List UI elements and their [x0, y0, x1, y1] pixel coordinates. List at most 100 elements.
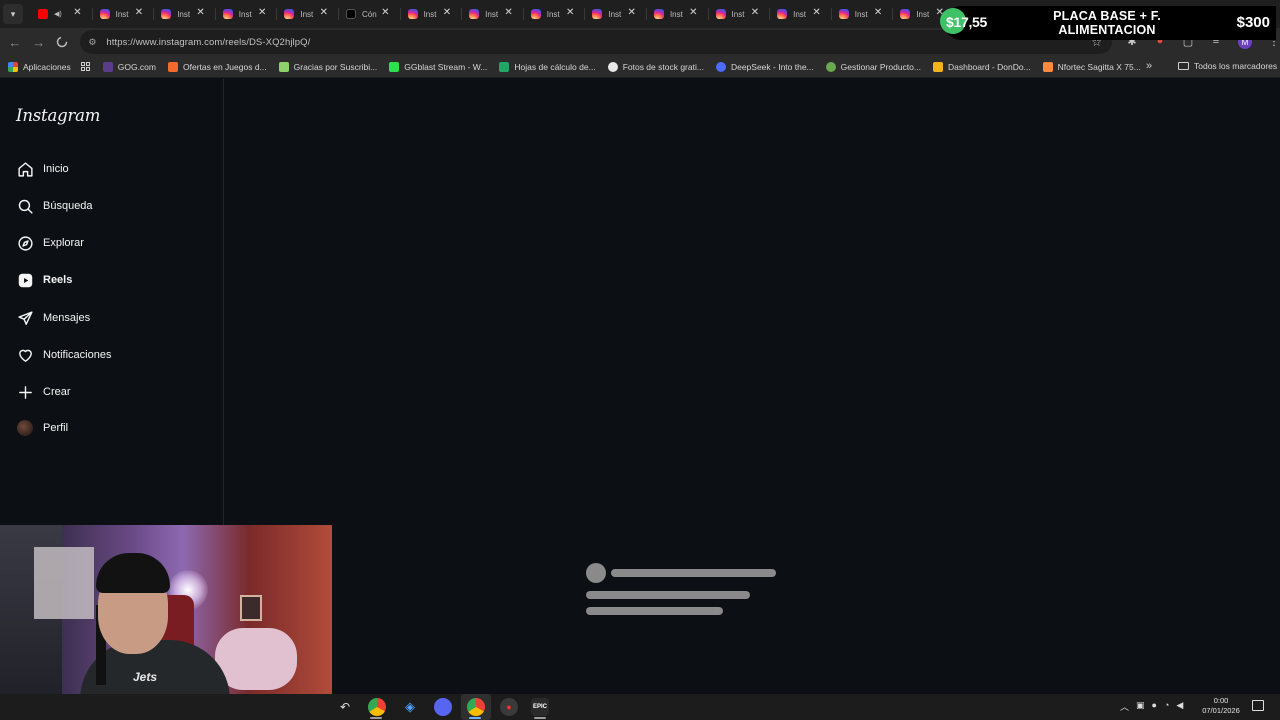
all-bookmarks-folder[interactable]: Todos los marcadores: [1178, 61, 1277, 71]
youtube-icon: [38, 9, 48, 19]
stop-loading-button[interactable]: [51, 30, 75, 54]
nav-item-mensajes[interactable]: Mensajes: [16, 306, 90, 330]
bookmark-item[interactable]: Hojas de cálculo de...: [499, 61, 596, 72]
close-icon[interactable]: ✕: [258, 7, 266, 18]
close-icon[interactable]: ✕: [751, 7, 759, 18]
reels-icon: [16, 271, 34, 289]
close-icon[interactable]: ✕: [320, 7, 328, 18]
nav-item-busqueda[interactable]: Búsqueda: [16, 194, 93, 218]
streamer-beanie: [96, 553, 170, 593]
url-text[interactable]: https://www.instagram.com/reels/DS-XQ2hj…: [106, 37, 310, 48]
close-icon[interactable]: ✕: [566, 7, 574, 18]
bookmark-label: Fotos de stock grati...: [622, 61, 704, 72]
bookmark-label: Dashboard - DonDo...: [947, 61, 1031, 72]
browser-tab[interactable]: Inst✕: [645, 0, 708, 28]
bookmark-item[interactable]: DeepSeek - Into the...: [715, 61, 814, 72]
taskbar-clock[interactable]: 0:00 07/01/2026: [1200, 696, 1242, 716]
discord-icon[interactable]: [434, 698, 452, 716]
bookmark-favicon: [825, 61, 836, 72]
loading-skeleton-line: [611, 569, 776, 577]
chevron-right-double-icon[interactable]: »: [1146, 60, 1152, 72]
speaker-icon[interactable]: ◀): [54, 10, 62, 18]
forward-button[interactable]: →: [27, 30, 51, 54]
bookmark-item[interactable]: Ofertas en Juegos d...: [168, 61, 267, 72]
nav-item-reels[interactable]: Reels: [16, 268, 72, 292]
close-icon[interactable]: ✕: [381, 7, 389, 18]
volume-icon[interactable]: ◀: [1176, 700, 1183, 713]
browser-tab[interactable]: Inst✕: [214, 0, 277, 28]
close-icon[interactable]: ✕: [689, 7, 697, 18]
bookmark-label: GGblast Stream - W...: [404, 61, 488, 72]
back-arrow-icon[interactable]: ↶: [336, 698, 354, 716]
arrow-right-icon: →: [32, 34, 46, 50]
app-icon[interactable]: ◈: [401, 698, 419, 716]
wifi-icon[interactable]: ◔: [1164, 700, 1169, 713]
close-icon[interactable]: ✕: [135, 7, 143, 18]
notification-icon[interactable]: [1252, 700, 1264, 711]
close-icon[interactable]: ✕: [628, 7, 636, 18]
chrome-profile-icon[interactable]: [467, 698, 485, 716]
loading-skeleton-avatar: [586, 563, 606, 583]
clock-date: 07/01/2026: [1202, 706, 1240, 715]
chrome-icon[interactable]: [368, 698, 386, 716]
close-icon[interactable]: ✕: [504, 7, 512, 18]
browser-tab[interactable]: Inst✕: [153, 0, 215, 28]
back-button[interactable]: ←: [3, 30, 27, 54]
bookmark-item[interactable]: Dashboard - DonDo...: [932, 61, 1031, 72]
close-icon[interactable]: ✕: [443, 7, 451, 18]
instagram-icon: [407, 9, 418, 19]
obs-icon[interactable]: ●: [500, 698, 518, 716]
browser-tab[interactable]: Inst✕: [399, 0, 462, 28]
avatar: [16, 419, 34, 437]
clock-time: 0:00: [1213, 696, 1229, 705]
browser-tab[interactable]: Inst✕: [461, 0, 523, 28]
instagram-logo[interactable]: Instagram: [16, 106, 100, 125]
browser-tab[interactable]: Inst✕: [584, 0, 646, 28]
browser-tab[interactable]: Inst✕: [276, 0, 338, 28]
nav-label: Explorar: [43, 237, 84, 249]
nav-label: Crear: [43, 386, 71, 398]
nav-item-explorar[interactable]: Explorar: [16, 231, 84, 255]
webcam-overlay: Jets: [0, 525, 332, 715]
nav-item-perfil[interactable]: Perfil: [16, 416, 68, 440]
browser-tab[interactable]: ◀) ✕: [30, 0, 92, 28]
webcam-picture-frame: [240, 595, 262, 621]
close-icon[interactable]: ✕: [196, 7, 204, 18]
browser-tab[interactable]: Cón ✕: [337, 0, 400, 28]
goal-title: PLACA BASE + F. ALIMENTACION: [1053, 9, 1161, 37]
network-icon[interactable]: ▣: [1136, 700, 1145, 713]
bookmark-favicon: [389, 61, 400, 72]
browser-tab[interactable]: Inst✕: [522, 0, 585, 28]
close-icon[interactable]: ✕: [73, 7, 81, 18]
epic-games-icon[interactable]: EPIC: [531, 698, 549, 716]
close-icon[interactable]: ✕: [812, 7, 820, 18]
tab-search-button[interactable]: ▾: [3, 4, 23, 24]
bookmark-item[interactable]: Fotos de stock grati...: [607, 61, 704, 72]
nav-item-notificaciones[interactable]: Notificaciones: [16, 343, 111, 367]
browser-tab[interactable]: Inst✕: [769, 0, 831, 28]
browser-tab[interactable]: Inst✕: [707, 0, 770, 28]
close-icon[interactable]: ✕: [874, 7, 882, 18]
bookmark-item[interactable]: Gestionar Producto...: [825, 61, 921, 72]
nav-item-inicio[interactable]: Inicio: [16, 157, 69, 181]
browser-tab[interactable]: Inst✕: [91, 0, 154, 28]
instagram-icon: [530, 9, 541, 19]
bookmark-item[interactable]: Nfortec Sagitta X 75...: [1042, 61, 1141, 72]
bookmark-item[interactable]: GOG.com: [102, 61, 156, 72]
chevron-up-icon[interactable]: ︿: [1120, 700, 1129, 713]
windows-taskbar: ↶ ◈ ● EPIC ︿ ▣ ● ◔ ◀ 0:00 07/01/2026: [0, 694, 1280, 720]
site-info-icon[interactable]: ⚙: [88, 37, 98, 47]
tab-groups-icon[interactable]: [80, 61, 91, 72]
heart-icon: [16, 346, 34, 364]
bookmark-item[interactable]: Gracias por Suscribi...: [278, 61, 377, 72]
nav-item-crear[interactable]: Crear: [16, 380, 71, 404]
browser-tab[interactable]: Inst✕: [830, 0, 893, 28]
instagram-icon: [284, 9, 295, 19]
microphone-icon[interactable]: ●: [1152, 700, 1157, 713]
bookmark-apps[interactable]: Aplicaciones: [8, 61, 71, 72]
running-indicator: [469, 717, 481, 719]
bookmark-label: Aplicaciones: [23, 61, 71, 72]
instagram-icon: [592, 9, 603, 19]
messages-icon: [16, 309, 34, 327]
bookmark-item[interactable]: GGblast Stream - W...: [389, 61, 488, 72]
